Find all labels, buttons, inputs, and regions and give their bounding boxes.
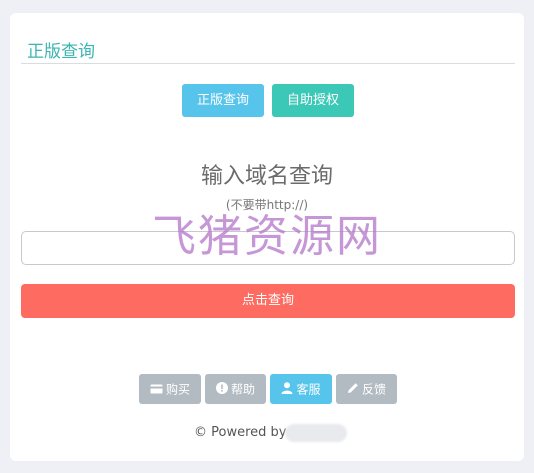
help-button[interactable]: 帮助 [205, 374, 266, 404]
tab-genuine-query[interactable]: 正版查询 [182, 84, 264, 117]
query-button[interactable]: 点击查询 [21, 284, 515, 318]
help-label: 帮助 [230, 382, 255, 397]
feedback-label: 反馈 [361, 382, 386, 397]
user-icon [281, 375, 293, 405]
powered-by-text: © Powered by [194, 425, 287, 440]
tab-self-authorization[interactable]: 自助授权 [272, 84, 354, 117]
service-label: 客服 [296, 382, 321, 397]
pencil-icon [347, 375, 359, 405]
input-hint: (不要带http://) [225, 198, 309, 212]
feedback-button[interactable]: 反馈 [336, 374, 397, 404]
credit-card-icon [150, 375, 163, 405]
page-heading: 输入域名查询 [200, 164, 333, 189]
exclamation-circle-icon [215, 375, 228, 405]
buy-button[interactable]: 购买 [139, 374, 201, 404]
service-button[interactable]: 客服 [270, 374, 332, 404]
card-title: 正版查询 [27, 42, 95, 62]
buy-label: 购买 [165, 382, 190, 397]
domain-input[interactable] [21, 231, 515, 265]
title-divider [21, 63, 515, 64]
redacted-link [285, 424, 347, 442]
